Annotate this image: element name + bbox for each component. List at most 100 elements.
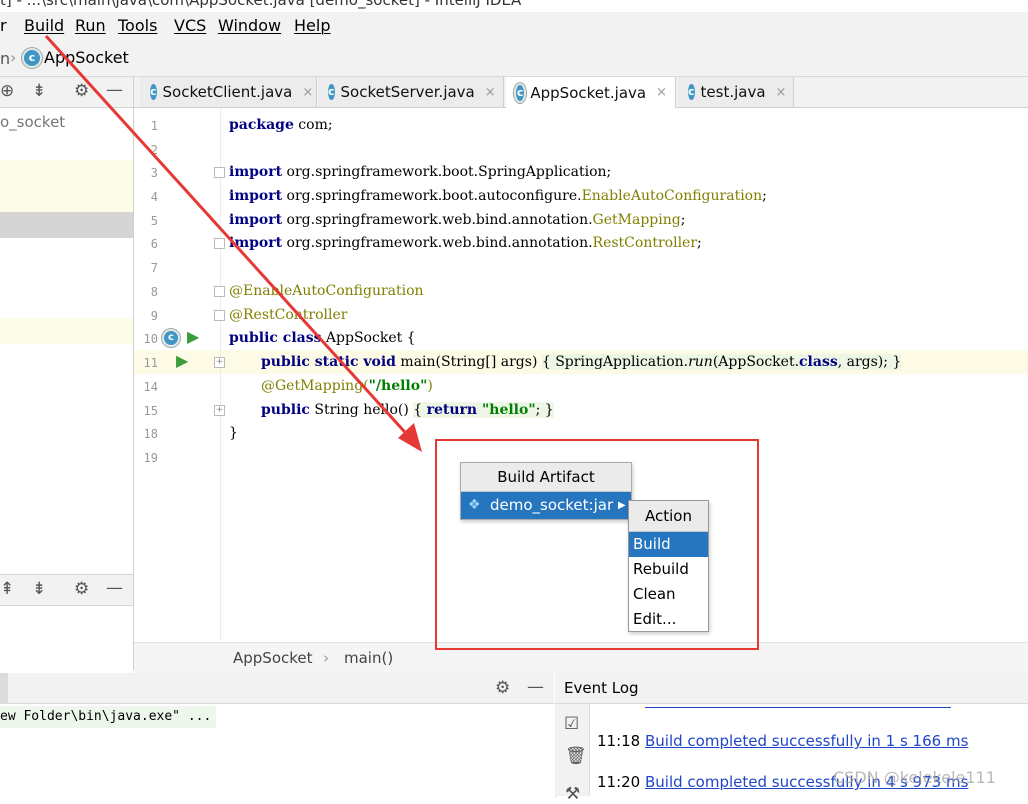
class-ref: EnableAutoConfiguration bbox=[581, 188, 763, 204]
code-text: org.springframework.web.bind.annotation. bbox=[282, 212, 593, 228]
close-icon[interactable]: × bbox=[776, 85, 787, 100]
popup-title: Build Artifact bbox=[461, 463, 631, 492]
keyword: import bbox=[229, 164, 283, 180]
mark-read-icon[interactable]: ☑ bbox=[564, 714, 579, 734]
artifact-item-demo-socket-jar[interactable]: ❖ demo_socket:jar ▶ bbox=[461, 492, 631, 519]
fold-marker-icon[interactable] bbox=[214, 310, 225, 321]
line-number: 19 bbox=[143, 451, 158, 465]
keyword: class bbox=[799, 354, 838, 370]
gear-icon[interactable]: ⚙ bbox=[74, 579, 89, 599]
code-line: import org.springframework.boot.autoconf… bbox=[229, 188, 767, 204]
fold-marker-icon[interactable] bbox=[214, 238, 225, 249]
minimize-icon[interactable]: — bbox=[527, 677, 544, 697]
menu-item-vcs[interactable]: VCS bbox=[174, 16, 206, 35]
wrench-icon[interactable]: ⚒ bbox=[565, 784, 580, 804]
project-root-label[interactable]: o_socket bbox=[0, 113, 65, 131]
event-time: 11:18 bbox=[597, 732, 641, 750]
expand-fold-icon[interactable]: + bbox=[214, 405, 225, 416]
breadcrumb-class[interactable]: AppSocket bbox=[233, 649, 313, 667]
run-tab-edge[interactable] bbox=[0, 673, 8, 703]
fold-marker-icon[interactable] bbox=[214, 286, 225, 297]
action-clean[interactable]: Clean bbox=[629, 582, 708, 607]
event-log-clipped-link[interactable] bbox=[645, 704, 951, 708]
code-line: public String hello() { return "hello"; … bbox=[261, 402, 554, 418]
action-build[interactable]: Build bbox=[629, 532, 708, 557]
menu-item-tools[interactable]: Tools bbox=[118, 16, 157, 35]
project-row-highlight[interactable] bbox=[0, 318, 133, 344]
collapse-icon[interactable]: ⇟ bbox=[32, 81, 46, 101]
tab-label: test.java bbox=[700, 83, 766, 101]
run-icon[interactable]: ▶ bbox=[176, 351, 188, 370]
project-row-selected[interactable] bbox=[0, 212, 133, 238]
minimize-icon[interactable]: — bbox=[106, 578, 123, 598]
annotation-line: @EnableAutoConfiguration bbox=[229, 283, 424, 299]
run-icon[interactable]: ▶ bbox=[187, 327, 199, 346]
tab-socketclient[interactable]: c SocketClient.java × bbox=[140, 77, 317, 107]
class-ref: SpringApplication bbox=[478, 164, 607, 180]
line-number: 14 bbox=[143, 380, 158, 394]
code-text: ; } bbox=[535, 402, 554, 418]
keyword: public class bbox=[229, 330, 322, 346]
line-number: 6 bbox=[150, 237, 158, 251]
line-number: 15 bbox=[143, 404, 158, 418]
editor-gutter[interactable] bbox=[134, 108, 220, 640]
code-line: import org.springframework.boot.SpringAp… bbox=[229, 164, 611, 180]
folded-body[interactable]: { SpringApplication.run(AppSocket.class,… bbox=[541, 354, 902, 370]
nav-path-fragment[interactable]: n bbox=[0, 49, 10, 68]
trash-icon[interactable]: 🗑 bbox=[565, 746, 587, 766]
code-line: package com; bbox=[229, 117, 333, 133]
expand-icon[interactable]: ⇞ bbox=[0, 579, 14, 599]
menu-item-window[interactable]: Window bbox=[218, 16, 281, 35]
code-line: @GetMapping("/hello") bbox=[261, 378, 433, 394]
line-number: 7 bbox=[150, 261, 158, 275]
line-number: 2 bbox=[150, 143, 158, 157]
code-line: public static void main(String[] args) {… bbox=[261, 354, 902, 370]
folded-body[interactable]: { return "hello"; } bbox=[413, 402, 554, 418]
close-icon[interactable]: × bbox=[656, 85, 667, 100]
code-text: ; bbox=[697, 235, 702, 251]
gear-icon[interactable]: ⚙ bbox=[74, 81, 89, 101]
fold-marker-icon[interactable] bbox=[214, 167, 225, 178]
tab-label: SocketServer.java bbox=[340, 83, 475, 101]
nav-file-name[interactable]: AppSocket bbox=[44, 48, 129, 67]
minimize-icon[interactable]: — bbox=[106, 80, 123, 100]
line-number: 5 bbox=[150, 214, 158, 228]
gear-icon[interactable]: ⚙ bbox=[495, 678, 510, 698]
popup-title: Action bbox=[629, 501, 708, 532]
menu-item-build[interactable]: Build bbox=[24, 16, 64, 35]
navigation-bar: n › c AppSocket bbox=[0, 40, 1028, 77]
code-text: org.springframework.boot.autoconfigure. bbox=[282, 188, 582, 204]
action-rebuild[interactable]: Rebuild bbox=[629, 557, 708, 582]
code-line: import org.springframework.web.bind.anno… bbox=[229, 212, 685, 228]
collapse-icon[interactable]: ⇟ bbox=[32, 579, 46, 599]
action-popup: Action Build Rebuild Clean Edit... bbox=[628, 500, 709, 632]
event-log-toolbar: ☑ 🗑 ⚒ bbox=[555, 704, 590, 804]
tab-appsocket[interactable]: c AppSocket.java × bbox=[506, 77, 676, 108]
project-row-highlight[interactable] bbox=[0, 160, 133, 212]
code-text: org.springframework.web.bind.annotation. bbox=[282, 235, 593, 251]
menu-item-help[interactable]: Help bbox=[294, 16, 330, 35]
artifact-icon: ❖ bbox=[468, 497, 481, 513]
line-number: 9 bbox=[150, 309, 158, 323]
spring-bean-icon[interactable]: c bbox=[164, 331, 178, 345]
expand-fold-icon[interactable]: + bbox=[214, 357, 225, 368]
method-ref: run bbox=[688, 354, 713, 370]
close-icon[interactable]: × bbox=[302, 85, 313, 100]
locate-icon[interactable]: ⊕ bbox=[0, 81, 14, 101]
tab-socketserver[interactable]: c SocketServer.java × bbox=[318, 77, 504, 107]
class-ref: GetMapping bbox=[592, 212, 681, 228]
code-line: import org.springframework.web.bind.anno… bbox=[229, 235, 702, 251]
watermark: CSDN @kelekele111 bbox=[833, 768, 996, 787]
breadcrumb-method[interactable]: main() bbox=[344, 649, 393, 667]
keyword: package bbox=[229, 117, 294, 133]
code-text: , args); } bbox=[837, 354, 902, 370]
menu-item-run[interactable]: Run bbox=[75, 16, 106, 35]
project-toolbar: ⊕ ⇟ ⚙ — bbox=[0, 77, 133, 108]
menu-item-file-fragment[interactable]: r bbox=[0, 16, 7, 35]
keyword: import bbox=[229, 212, 283, 228]
menu-bar: r Build Run Tools VCS Window Help bbox=[0, 12, 1028, 40]
event-message-link[interactable]: Build completed successfully in 1 s 166 … bbox=[645, 732, 968, 750]
tab-test[interactable]: c test.java × bbox=[678, 77, 794, 107]
action-edit[interactable]: Edit... bbox=[629, 607, 708, 632]
close-icon[interactable]: × bbox=[485, 85, 496, 100]
